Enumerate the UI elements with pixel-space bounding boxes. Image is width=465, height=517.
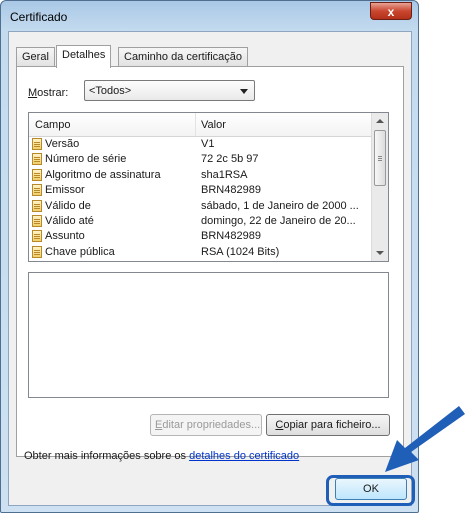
- certificate-field-icon: [32, 138, 42, 150]
- close-icon: x: [387, 5, 395, 19]
- show-label: Mostrar:: [28, 87, 69, 99]
- field-value: BRN482989: [201, 184, 261, 197]
- certificate-field-icon: [32, 230, 42, 243]
- certificate-field-icon: [32, 245, 42, 258]
- close-button[interactable]: x: [370, 2, 412, 20]
- list-row[interactable]: Algoritmo de assinatura sha1RSA: [29, 168, 372, 183]
- list-row[interactable]: Número de série 72 2c 5b 97: [29, 152, 372, 167]
- info-text: Obter mais informações sobre os detalhes…: [24, 450, 300, 462]
- column-divider[interactable]: [195, 113, 196, 136]
- scroll-up-icon[interactable]: [376, 119, 384, 123]
- details-panel: Mostrar: <Todos> Campo Valor Versão V1 Nú…: [16, 66, 404, 462]
- tab-detalhes[interactable]: Detalhes: [56, 45, 112, 68]
- certificate-details-link[interactable]: detalhes do certificado: [189, 450, 299, 462]
- field-detail-textbox[interactable]: [28, 272, 389, 398]
- field-value: domingo, 22 de Janeiro de 20...: [201, 214, 356, 227]
- certificate-field-icon: [32, 214, 42, 227]
- field-name: Número de série: [45, 153, 127, 166]
- chevron-down-icon: [240, 89, 248, 94]
- list-scrollbar[interactable]: [371, 113, 388, 261]
- list-row[interactable]: Versão V1: [29, 137, 372, 152]
- field-name: Emissor: [45, 184, 85, 197]
- title-bar[interactable]: Certificado x: [1, 1, 418, 31]
- column-header-campo[interactable]: Campo: [35, 119, 70, 131]
- grip-icon: [378, 156, 382, 157]
- show-dropdown[interactable]: <Todos>: [84, 80, 255, 101]
- certificate-field-icon: [32, 184, 42, 197]
- field-name: Versão: [45, 138, 80, 150]
- list-row[interactable]: Válido até domingo, 22 de Janeiro de 20..…: [29, 214, 372, 229]
- certificate-dialog: Certificado x Geral Detalhes Caminho da …: [0, 0, 419, 513]
- list-header: Campo Valor: [29, 113, 372, 137]
- copy-to-file-button[interactable]: Copiar para ficheiro...: [266, 414, 390, 436]
- window-title: Certificado: [10, 10, 68, 24]
- field-name: Válido até: [45, 214, 94, 227]
- field-name: Chave pública: [45, 245, 115, 258]
- field-value: V1: [201, 138, 215, 150]
- edit-properties-button[interactable]: Editar propriedades...: [150, 414, 262, 436]
- tab-caminho-certificacao[interactable]: Caminho da certificação: [118, 47, 249, 66]
- list-row[interactable]: Assunto BRN482989: [29, 229, 372, 244]
- field-value: BRN482989: [201, 230, 261, 243]
- field-value: RSA (1024 Bits): [201, 245, 280, 258]
- certificate-field-icon: [32, 153, 42, 166]
- tab-geral[interactable]: Geral: [16, 47, 55, 66]
- list-row[interactable]: Chave pública RSA (1024 Bits): [29, 245, 372, 260]
- dialog-body: Geral Detalhes Caminho da certificação M…: [8, 31, 415, 506]
- field-name: Algoritmo de assinatura: [45, 168, 161, 181]
- field-name: Válido de: [45, 199, 91, 212]
- scroll-thumb[interactable]: [374, 130, 386, 186]
- field-value: sábado, 1 de Janeiro de 2000 ...: [201, 199, 359, 212]
- scroll-down-icon[interactable]: [376, 251, 384, 255]
- certificate-field-icon: [32, 199, 42, 212]
- list-rows: Versão V1 Número de série 72 2c 5b 97 Algo…: [29, 137, 372, 260]
- column-header-valor[interactable]: Valor: [201, 119, 226, 131]
- ok-button[interactable]: OK: [335, 478, 407, 500]
- field-value: 72 2c 5b 97: [201, 153, 259, 166]
- pointer-arrow-icon: [385, 406, 465, 472]
- certificate-field-icon: [32, 168, 42, 181]
- list-row[interactable]: Emissor BRN482989: [29, 183, 372, 198]
- fields-list[interactable]: Campo Valor Versão V1 Número de série 72 2…: [28, 112, 389, 262]
- list-row[interactable]: Válido de sábado, 1 de Janeiro de 2000 ..…: [29, 199, 372, 214]
- show-dropdown-value: <Todos>: [89, 85, 132, 97]
- field-value: sha1RSA: [201, 168, 248, 181]
- field-name: Assunto: [45, 230, 85, 243]
